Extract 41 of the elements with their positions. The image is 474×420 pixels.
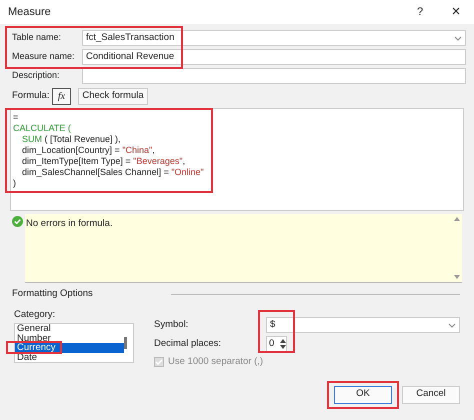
caret-icon — [454, 36, 462, 40]
help-button[interactable]: ? — [410, 4, 430, 20]
close-button[interactable]: × — [446, 0, 466, 24]
measure-name-field[interactable]: Conditional Revenue — [82, 49, 466, 65]
description-field[interactable] — [82, 68, 466, 84]
section-title: Formatting Options — [12, 287, 93, 301]
scroll-down-icon[interactable] — [454, 275, 460, 279]
code-line: dim_ItemType[Item Type] = "Beverages", — [21, 156, 186, 167]
cancel-button[interactable]: Cancel — [402, 386, 460, 404]
function-button[interactable]: fx — [52, 88, 71, 104]
category-item[interactable]: Number — [15, 334, 124, 344]
code-line: dim_Location[Country] = "China", — [21, 145, 155, 156]
check-formula-button[interactable]: Check formula — [78, 88, 148, 104]
code-line: dim_SalesChannel[Sales Channel] = "Online" — [21, 167, 204, 178]
window-title: Measure — [8, 4, 51, 20]
table-name-dropdown[interactable]: fct_SalesTransaction — [82, 30, 466, 46]
ok-button[interactable]: OK — [334, 386, 392, 404]
field-label: Formula: — [11, 88, 50, 103]
field-label: Measure name: — [11, 50, 76, 64]
field-label: Decimal places: — [154, 337, 222, 352]
category-list[interactable]: General Number Currency Date — [14, 323, 134, 364]
code-line: ) — [13, 178, 16, 189]
category-item[interactable]: Currency — [15, 343, 124, 353]
scrollbar-thumb[interactable] — [124, 337, 127, 350]
spin-arrows-icon — [280, 339, 286, 350]
checkbox-label: Use 1000 separator (,) — [168, 355, 264, 370]
check-circle-icon — [12, 216, 23, 227]
symbol-dropdown[interactable]: $ — [266, 317, 460, 334]
scroll-up-icon[interactable] — [454, 217, 460, 221]
field-label: Table name: — [11, 31, 62, 44]
category-item[interactable]: Date — [15, 352, 124, 362]
category-label: Category: — [14, 309, 56, 322]
code-line: SUM ( [Total Revenue] ), — [21, 134, 121, 145]
field-label: Description: — [11, 69, 61, 82]
code-line: = — [13, 112, 18, 123]
code-line: CALCULATE ( — [13, 123, 71, 134]
field-label: Symbol: — [154, 318, 190, 332]
decimal-spinner[interactable]: 0 — [266, 336, 287, 352]
caret-icon — [448, 322, 456, 328]
category-item[interactable]: General — [15, 324, 124, 334]
status-message: No errors in formula. — [25, 217, 114, 231]
